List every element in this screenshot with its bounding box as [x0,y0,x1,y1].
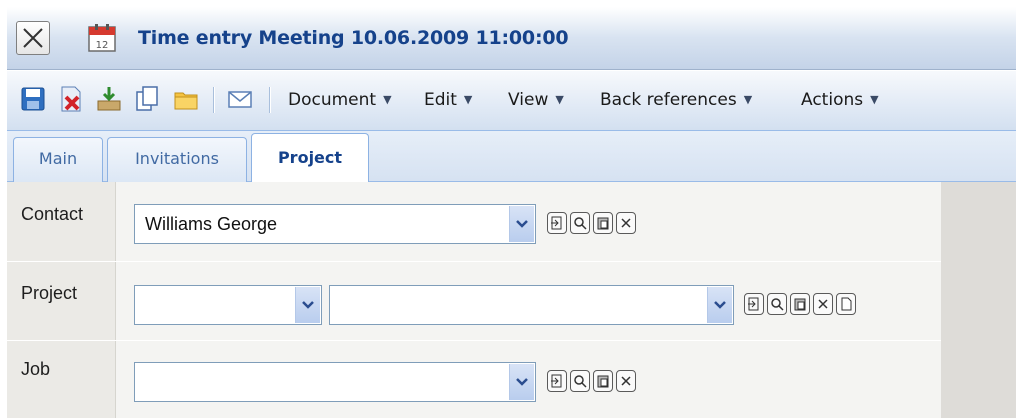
row-divider [7,340,941,341]
chevron-down-icon: ▼ [383,93,392,106]
chevron-down-icon: ▼ [555,93,564,106]
contact-dropdown-button[interactable] [509,206,534,242]
email-icon[interactable] [226,85,254,113]
window-title: Time entry Meeting 10.06.2009 11:00:00 [138,27,569,49]
job-search-button[interactable] [570,370,590,392]
contact-search-button[interactable] [570,212,590,234]
contact-clipboard-button[interactable] [593,212,613,234]
project-new-button[interactable] [836,293,856,315]
project-combobox-2[interactable] [329,285,734,325]
contact-combobox[interactable]: Williams George [134,204,536,244]
form-side-panel [941,182,1016,418]
chevron-down-icon [302,301,314,309]
folder-icon[interactable] [172,85,200,113]
contact-open-button[interactable] [547,212,567,234]
project-form: Contact Williams George Project Job [7,182,941,418]
search-icon [574,375,587,388]
contact-label: Contact [21,204,84,224]
project-combobox-1[interactable] [134,285,322,325]
open-record-icon [551,374,562,388]
toolbar-separator [269,87,271,113]
open-record-icon [748,297,759,311]
project-open-button[interactable] [744,293,764,315]
job-clear-button[interactable] [616,370,636,392]
clear-icon [621,376,631,386]
delete-icon[interactable] [57,85,85,113]
project-clear-button[interactable] [813,293,833,315]
contact-value: Williams George [145,214,278,234]
job-label: Job [21,359,51,379]
project-dropdown-button-1[interactable] [295,287,320,323]
chevron-down-icon [714,301,726,309]
save-icon[interactable] [19,85,47,113]
toolbar-separator [213,87,215,113]
menu-back-references[interactable]: Back references ▼ [600,90,752,110]
chevron-down-icon: ▼ [743,93,753,106]
row-divider [7,261,941,262]
job-combobox[interactable] [134,362,536,402]
toolbar: Document ▼ Edit ▼ View ▼ Back references ▼ A… [7,71,1016,131]
export-icon[interactable] [95,85,123,113]
clipboard-icon [597,217,609,230]
clear-icon [621,218,631,228]
project-label: Project [21,283,78,303]
menu-document[interactable]: Document ▼ [288,90,392,110]
contact-clear-button[interactable] [616,212,636,234]
clipboard-icon [794,298,806,311]
search-icon [574,217,587,230]
new-document-icon [841,297,852,311]
menu-actions[interactable]: Actions ▼ [801,90,879,110]
clipboard-icon [597,375,609,388]
close-icon [23,28,43,48]
open-record-icon [551,216,562,230]
search-icon [771,298,784,311]
job-dropdown-button[interactable] [509,364,534,400]
project-search-button[interactable] [767,293,787,315]
calendar-icon: 12 [88,24,116,52]
tab-strip: Main Invitations Project [7,131,1016,183]
project-clipboard-button[interactable] [790,293,810,315]
window-title-bar: 12 Time entry Meeting 10.06.2009 11:00:0… [7,7,1016,70]
chevron-down-icon [516,378,528,386]
close-button[interactable] [16,21,50,55]
tab-invitations[interactable]: Invitations [107,137,247,182]
chevron-down-icon: ▼ [870,93,879,106]
menu-edit[interactable]: Edit ▼ [424,90,472,110]
tab-project[interactable]: Project [251,133,369,183]
chevron-down-icon [516,220,528,228]
tab-main[interactable]: Main [13,137,103,182]
job-open-button[interactable] [547,370,567,392]
job-clipboard-button[interactable] [593,370,613,392]
clear-icon [818,299,828,309]
project-dropdown-button-2[interactable] [707,287,732,323]
chevron-down-icon: ▼ [463,93,473,106]
menu-view[interactable]: View ▼ [508,90,564,110]
calendar-day: 12 [96,40,109,51]
copy-icon[interactable] [133,85,161,113]
